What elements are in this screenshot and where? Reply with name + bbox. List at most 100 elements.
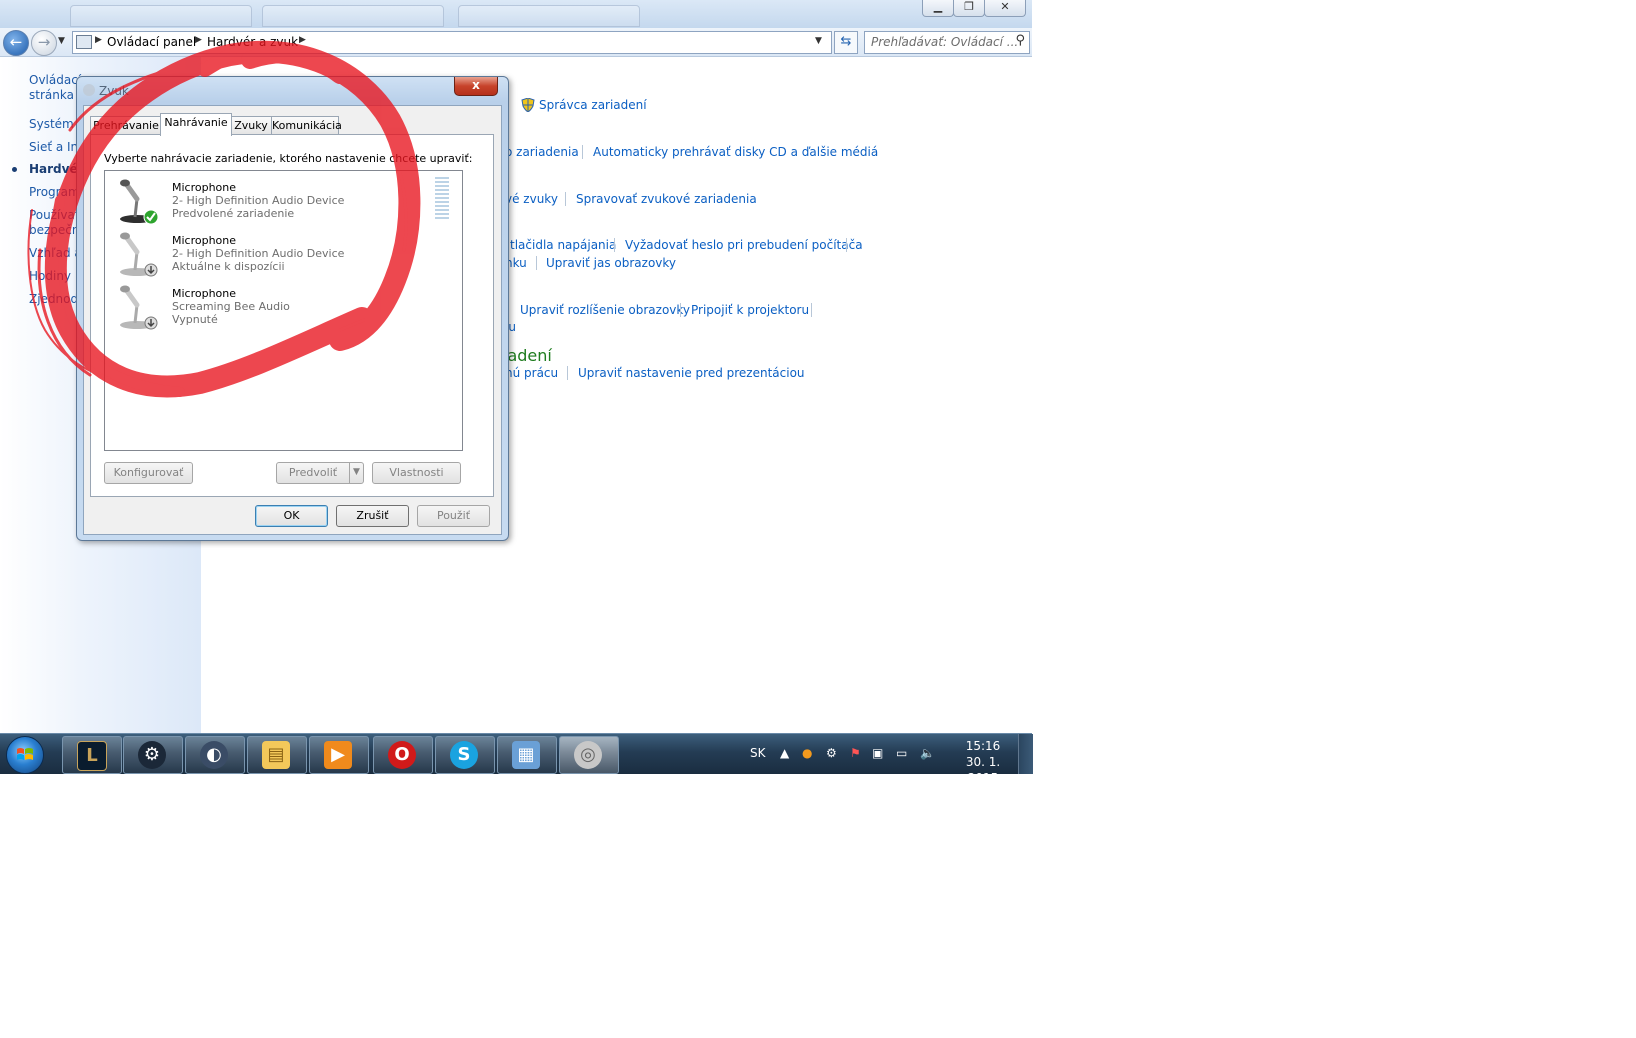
show-hidden-icons-icon[interactable]: ▲ [780, 746, 789, 760]
taskbar-app-sound[interactable]: ◎ [559, 736, 619, 774]
device-status: Predvolené zariadenie [172, 207, 295, 220]
nav-network-internet[interactable]: Sieť a In [29, 140, 78, 154]
set-default-button[interactable]: Predvoliť [276, 462, 350, 484]
close-window-button[interactable]: ✕ [984, 0, 1026, 17]
nav-ease-of-access[interactable]: Zjednod [29, 292, 78, 306]
volume-icon[interactable]: 🔈 [920, 746, 935, 760]
taskbar-tab-3[interactable] [458, 5, 640, 27]
require-password-link[interactable]: Vyžadovať heslo pri prebudení počítača [625, 238, 863, 252]
language-indicator[interactable]: SK [750, 746, 766, 760]
power-buttons-link[interactable]: tlačidla napájania [510, 238, 616, 252]
nav-clock-region[interactable]: Hodiny [29, 269, 71, 283]
device-driver: 2- High Definition Audio Device [172, 194, 345, 207]
nav-appearance[interactable]: Vzhľad a [29, 246, 82, 260]
chevron-right-icon[interactable]: ▶ [299, 35, 306, 45]
opera-icon: O [388, 741, 416, 769]
adjust-resolution-link[interactable]: Upraviť rozlíšenie obrazovky [520, 303, 690, 317]
skype-icon: S [450, 741, 478, 769]
taskbar-app-skype[interactable]: S [435, 736, 495, 774]
tab-recording[interactable]: Nahrávanie [160, 113, 232, 136]
microphone-default-icon [120, 179, 159, 225]
address-dropdown-icon[interactable]: ▼ [815, 36, 822, 46]
tab-playback[interactable]: Prehrávanie [90, 116, 162, 135]
navigation-bar: ← → ▼ ▶ Ovládací panel ▶ Hardvér a zvuk … [0, 28, 1032, 57]
start-button[interactable] [6, 736, 44, 774]
taskbar-app-media-player[interactable]: ▶ [309, 736, 369, 774]
chevron-right-icon: ▶ [95, 35, 102, 45]
device-name: Microphone [172, 234, 237, 247]
autoplay-link[interactable]: Automaticky prehrávať disky CD a ďalšie … [593, 145, 878, 159]
taskbar-app-steam[interactable]: ⚙ [123, 736, 183, 774]
search-input[interactable]: Prehľadávať: Ovládací ... ⚲ [864, 31, 1030, 54]
device-driver: 2- High Definition Audio Device [172, 247, 345, 260]
taskbar-app-league[interactable]: L [62, 736, 122, 774]
manage-audio-devices-link[interactable]: Spravovať zvukové zariadenia [576, 192, 757, 206]
restore-button[interactable]: ❐ [953, 0, 985, 17]
adjust-brightness-link[interactable]: Upraviť jas obrazovky [546, 256, 676, 270]
nav-user-accounts[interactable]: Používat [29, 208, 80, 222]
device-name: Microphone [172, 181, 237, 194]
devices-link[interactable]: o zariadenia [505, 145, 579, 159]
sound-icon [83, 84, 95, 96]
address-bar[interactable]: ▶ Ovládací panel ▶ Hardvér a zvuk ▶ ▼ [72, 31, 832, 54]
breadcrumb-control-panel[interactable]: Ovládací panel [107, 35, 196, 49]
ok-button[interactable]: OK [255, 505, 328, 527]
tray-app-icon[interactable]: ● [802, 746, 812, 760]
refresh-button[interactable]: ⇆ [834, 31, 858, 54]
configure-button[interactable]: Konfigurovať [104, 462, 193, 484]
show-desktop-button[interactable] [1018, 734, 1033, 774]
connect-projector-link[interactable]: Pripojiť k projektoru [691, 303, 809, 317]
taskbar-app-opera[interactable]: O [373, 736, 433, 774]
taskbar-app-teamspeak[interactable]: ◐ [185, 736, 245, 774]
nav-control-panel-home-2[interactable]: stránka [29, 88, 74, 102]
level-meter [435, 177, 449, 219]
nav-control-panel-home[interactable]: Ovládací [29, 73, 81, 87]
tray-steam-icon[interactable]: ⚙ [826, 746, 837, 760]
taskbar-app-explorer[interactable]: ▤ [247, 736, 307, 774]
recent-pages-chevron-icon[interactable]: ▼ [58, 36, 65, 46]
mobile-work-link[interactable]: nú prácu [505, 366, 558, 380]
presentation-settings-link[interactable]: Upraviť nastavenie pred prezentáciou [578, 366, 805, 380]
apply-button[interactable]: Použiť [417, 505, 490, 527]
tab-communications[interactable]: Komunikácia [271, 116, 342, 135]
media-player-icon: ▶ [324, 741, 352, 769]
file-explorer-icon: ▤ [262, 741, 290, 769]
control-panel-icon: ▦ [512, 741, 540, 769]
network-icon[interactable]: ▭ [896, 746, 907, 760]
link-separator [536, 256, 537, 270]
current-item-bullet [12, 167, 17, 172]
device-manager-link[interactable]: Správca zariadení [539, 98, 647, 112]
mobility-center-heading[interactable]: iadení [503, 346, 552, 365]
recording-device-list[interactable]: Microphone 2- High Definition Audio Devi… [104, 170, 463, 451]
minimize-button[interactable]: ▁ [922, 0, 954, 17]
clock-date: 30. 1. 2015 [965, 755, 1001, 785]
taskbar-tab-2[interactable] [262, 5, 444, 27]
breadcrumb-hardware-sound[interactable]: Hardvér a zvuk [207, 35, 298, 49]
search-icon[interactable]: ⚲ [1015, 33, 1025, 48]
tray-device-icon[interactable]: ▣ [872, 746, 883, 760]
cancel-button[interactable]: Zrušiť [336, 505, 409, 527]
teamspeak-icon: ◐ [200, 741, 228, 769]
nav-programs[interactable]: Program [29, 185, 80, 199]
taskbar-app-control-panel[interactable]: ▦ [497, 736, 557, 774]
list-item[interactable]: Microphone 2- High Definition Audio Devi… [109, 175, 439, 227]
set-default-dropdown-icon[interactable]: ▼ [349, 462, 364, 484]
clock[interactable]: 15:16 30. 1. 2015 [950, 738, 1016, 786]
sound-dialog: Zvuk x Prehrávanie Nahrávanie Zvuky Komu… [76, 76, 509, 541]
dialog-close-button[interactable]: x [454, 77, 498, 96]
back-arrow-icon[interactable]: ← [3, 30, 29, 56]
forward-arrow-icon[interactable]: → [31, 30, 57, 56]
list-item[interactable]: Microphone Screaming Bee Audio Vypnuté [109, 281, 439, 333]
recording-tab-panel: Vyberte nahrávacie zariadenie, ktorého n… [90, 134, 494, 497]
chevron-right-icon[interactable]: ▶ [195, 35, 202, 45]
action-center-icon[interactable]: ⚑ [850, 746, 861, 760]
link-separator [846, 238, 847, 252]
link-separator [614, 238, 615, 252]
search-placeholder: Prehľadávať: Ovládací ... [871, 35, 1019, 49]
list-item[interactable]: Microphone 2- High Definition Audio Devi… [109, 228, 439, 280]
system-sounds-link[interactable]: vé zvuky [505, 192, 558, 206]
taskbar-tab-1[interactable] [70, 5, 252, 27]
link-separator [582, 145, 583, 159]
tab-sounds[interactable]: Zvuky [230, 116, 272, 135]
properties-button[interactable]: Vlastnosti [372, 462, 461, 484]
